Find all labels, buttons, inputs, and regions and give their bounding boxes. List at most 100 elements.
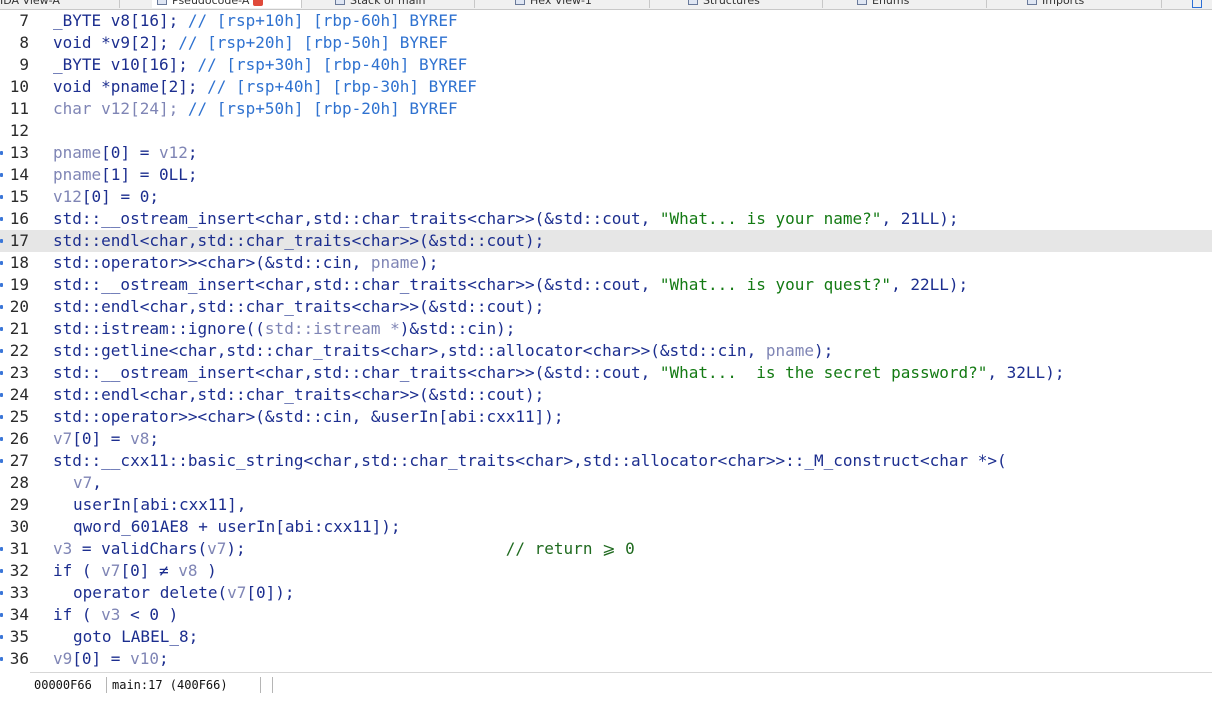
code-text: std::__cxx11::basic_string<char,std::cha… <box>53 450 1007 472</box>
code-token: [0] = 0; <box>81 187 159 206</box>
tab-2[interactable]: Stack of main <box>330 0 475 8</box>
code-token: std::endl<char,std::char_traits<char>>(&… <box>53 231 545 250</box>
code-text: std::__ostream_insert<char,std::char_tra… <box>53 208 959 230</box>
code-token: v8 <box>130 429 150 448</box>
code-token: void *v9[2]; <box>53 33 179 52</box>
tab-6[interactable]: Imports <box>1022 0 1162 8</box>
code-token: // [rsp+50h] [rbp-20h] BYREF <box>187 99 458 118</box>
code-line[interactable]: 36 v9[0] = v10; <box>0 648 1212 670</box>
pseudocode-editor[interactable]: 7 _BYTE v8[16]; // [rsp+10h] [rbp-60h] BY… <box>0 10 1212 672</box>
code-text: void *pname[2]; // [rsp+40h] [rbp-30h] B… <box>53 76 477 98</box>
code-text: pname[0] = v12; <box>53 142 198 164</box>
code-token: ; <box>149 429 159 448</box>
code-token: , 32LL); <box>987 363 1065 382</box>
line-number: 7 <box>19 11 29 30</box>
code-text: std::getline<char,std::char_traits<char>… <box>53 340 833 362</box>
line-number: 31 <box>9 539 29 558</box>
code-token: std::__ostream_insert<char,std::char_tra… <box>53 209 660 228</box>
code-line[interactable]: 21 std::istream::ignore((std::istream *)&… <box>0 318 1212 340</box>
code-token: [1] = 0LL; <box>101 165 198 184</box>
code-token: std::istream::ignore(( <box>53 319 265 338</box>
view-icon <box>857 0 867 5</box>
code-line[interactable]: 23 std::__ostream_insert<char,std::char_t… <box>0 362 1212 384</box>
code-text: operator delete(v7[0]); <box>53 582 295 604</box>
line-number: 36 <box>9 649 29 668</box>
view-icon <box>515 0 525 5</box>
tab-label: Pseudocode-A <box>172 0 250 7</box>
code-token: std::operator>><char>(&std::cin, <box>53 253 371 272</box>
code-line[interactable]: 27 std::__cxx11::basic_string<char,std::c… <box>0 450 1212 472</box>
code-token: v8 <box>178 561 198 580</box>
code-line[interactable]: 30 qword_601AE8 + userIn[abi:cxx11]); <box>0 516 1212 538</box>
code-line[interactable]: 12 <box>0 120 1212 142</box>
view-icon <box>157 0 167 5</box>
code-token: [0] = <box>101 143 159 162</box>
code-token: ) <box>197 561 217 580</box>
tab-bar: IDA View-A Pseudocode-A Stack of main Hex V… <box>0 0 1212 10</box>
code-token: ); <box>226 539 506 558</box>
code-line[interactable]: 32 if ( v7[0] ≠ v8 ) <box>0 560 1212 582</box>
code-line[interactable]: 20 std::endl<char,std::char_traits<char>>… <box>0 296 1212 318</box>
code-line[interactable]: 7 _BYTE v8[16]; // [rsp+10h] [rbp-60h] BY… <box>0 10 1212 32</box>
code-token: v10 <box>130 649 159 668</box>
tab-0[interactable]: IDA View-A <box>0 0 120 8</box>
code-token: pname <box>370 253 420 272</box>
tab-1[interactable]: Pseudocode-A <box>152 0 302 8</box>
code-token: "What... is your name?" <box>659 209 882 228</box>
code-line[interactable]: 16 std::__ostream_insert<char,std::char_t… <box>0 208 1212 230</box>
code-line[interactable]: 19 std::__ostream_insert<char,std::char_t… <box>0 274 1212 296</box>
code-token: operator delete( <box>73 583 228 602</box>
code-line[interactable]: 10 void *pname[2]; // [rsp+40h] [rbp-30h]… <box>0 76 1212 98</box>
code-token: v3 <box>53 539 73 558</box>
code-line[interactable]: 11 char v12[24]; // [rsp+50h] [rbp-20h] B… <box>0 98 1212 120</box>
code-text: std::endl<char,std::char_traits<char>>(&… <box>53 230 544 252</box>
window-icon[interactable] <box>1192 0 1202 8</box>
status-bar: 00000F66 main:17 (400F66) <box>30 672 1212 698</box>
code-line[interactable]: 15 v12[0] = 0; <box>0 186 1212 208</box>
tab-5[interactable]: Enums <box>852 0 987 8</box>
code-token: v12 <box>158 143 188 162</box>
code-text: std::operator>><char>(&std::cin, &userIn… <box>53 406 564 428</box>
code-token: [0] ≠ <box>120 561 179 580</box>
view-icon <box>335 0 345 5</box>
code-token: _BYTE v10[16]; <box>53 55 198 74</box>
code-line[interactable]: 18 std::operator>><char>(&std::cin, pname… <box>0 252 1212 274</box>
tab-4[interactable]: Structures <box>683 0 823 8</box>
line-number: 23 <box>9 363 29 382</box>
code-text: _BYTE v10[16]; // [rsp+30h] [rbp-40h] BY… <box>53 54 467 76</box>
code-token: // [rsp+30h] [rbp-40h] BYREF <box>197 55 468 74</box>
code-line[interactable]: 35 goto LABEL_8; <box>0 626 1212 648</box>
code-token: if ( <box>53 605 102 624</box>
code-text: userIn[abi:cxx11], <box>53 494 246 516</box>
code-line[interactable]: 9 _BYTE v10[16]; // [rsp+30h] [rbp-40h] B… <box>0 54 1212 76</box>
code-line[interactable]: 29 userIn[abi:cxx11], <box>0 494 1212 516</box>
view-icon <box>1027 0 1037 5</box>
code-token: v7 <box>207 539 227 558</box>
code-token: // return ⩾ 0 <box>505 539 635 558</box>
line-number: 8 <box>19 33 29 52</box>
code-token: ); <box>419 253 439 272</box>
close-icon[interactable] <box>253 0 264 6</box>
code-line[interactable]: 33 operator delete(v7[0]); <box>0 582 1212 604</box>
code-token: v9 <box>53 649 73 668</box>
tab-3[interactable]: Hex View-1 <box>510 0 650 8</box>
code-line[interactable]: 8 void *v9[2]; // [rsp+20h] [rbp-50h] BYR… <box>0 32 1212 54</box>
code-token: v7 <box>227 583 247 602</box>
line-number: 35 <box>9 627 29 646</box>
code-line[interactable]: 13 pname[0] = v12; <box>0 142 1212 164</box>
code-line[interactable]: 14 pname[1] = 0LL; <box>0 164 1212 186</box>
code-line[interactable]: 31 v3 = validChars(v7); // return ⩾ 0 <box>0 538 1212 560</box>
code-line[interactable]: 17 std::endl<char,std::char_traits<char>>… <box>0 230 1212 252</box>
line-number: 22 <box>9 341 29 360</box>
code-line[interactable]: 25 std::operator>><char>(&std::cin, &user… <box>0 406 1212 428</box>
code-text: std::__ostream_insert<char,std::char_tra… <box>53 362 1064 384</box>
code-line[interactable]: 26 v7[0] = v8; <box>0 428 1212 450</box>
status-divider <box>106 677 107 693</box>
line-number: 18 <box>9 253 29 272</box>
line-number: 13 <box>9 143 29 162</box>
code-line[interactable]: 24 std::endl<char,std::char_traits<char>>… <box>0 384 1212 406</box>
tab-label: Enums <box>872 0 910 7</box>
code-line[interactable]: 22 std::getline<char,std::char_traits<cha… <box>0 340 1212 362</box>
code-line[interactable]: 34 if ( v3 < 0 ) <box>0 604 1212 626</box>
code-line[interactable]: 28 v7, <box>0 472 1212 494</box>
